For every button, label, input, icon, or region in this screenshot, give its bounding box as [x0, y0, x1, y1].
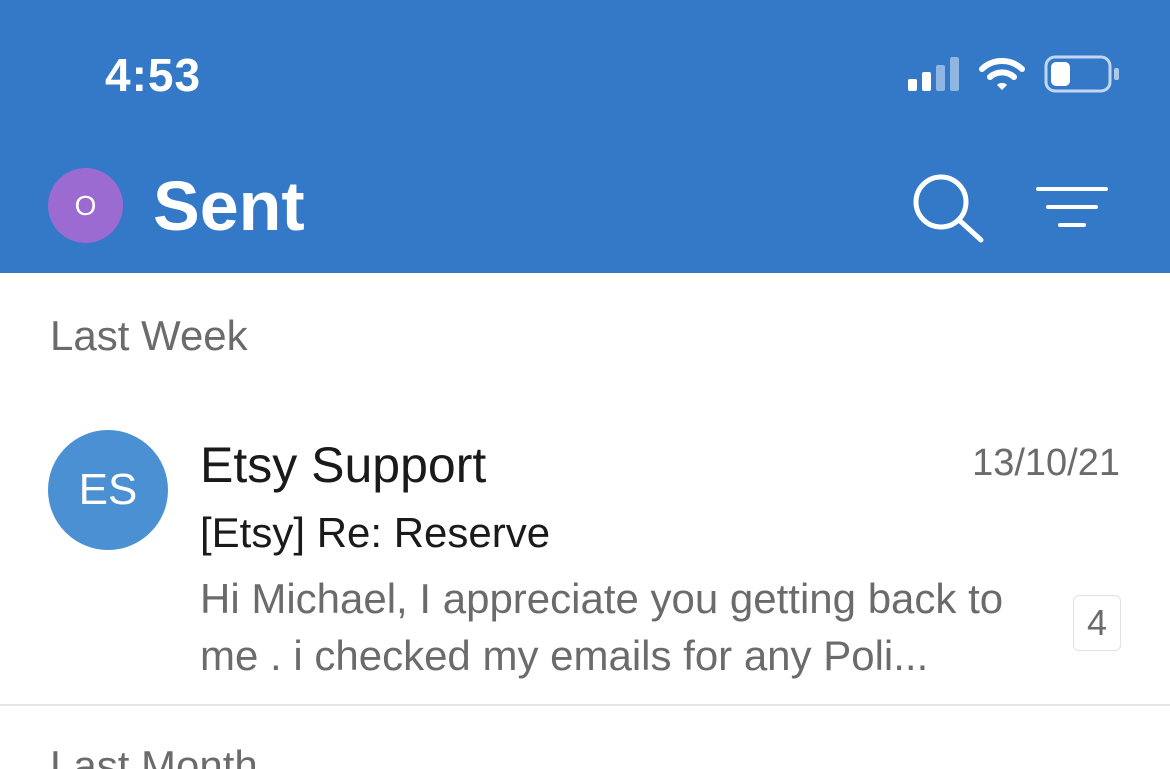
section-header-last-week: Last Week: [50, 312, 248, 359]
filter-button[interactable]: [1030, 176, 1114, 236]
search-button[interactable]: [905, 170, 989, 244]
battery-icon: [1044, 55, 1119, 93]
search-icon: [913, 174, 984, 243]
account-avatar-initial: O: [74, 189, 97, 221]
page-title: Sent: [153, 167, 305, 245]
thread-count-badge: 4: [1073, 595, 1121, 651]
cellular-signal-icon: [908, 57, 959, 91]
message-sender: Etsy Support: [200, 437, 487, 493]
sender-avatar: ES: [48, 430, 168, 550]
sender-avatar-initials: ES: [78, 465, 138, 514]
list-divider: [0, 704, 1170, 706]
account-avatar[interactable]: O: [48, 168, 123, 243]
filter-icon: [1036, 187, 1108, 227]
section-header-last-month: Last Month: [50, 742, 258, 769]
status-time: 4:53: [105, 49, 202, 101]
status-icons: [908, 52, 1120, 96]
message-date: 13/10/21: [972, 442, 1120, 484]
app-header: 4:53 O Sent: [0, 0, 1170, 273]
mail-app-screen: 4:53 O Sent Last Week ES Etsy Support 13…: [0, 0, 1170, 769]
message-subject: [Etsy] Re: Reserve: [200, 509, 551, 556]
message-list-item[interactable]: ES Etsy Support 13/10/21 [Etsy] Re: Rese…: [0, 405, 1170, 705]
message-preview: Hi Michael, I appreciate you getting bac…: [200, 575, 1004, 679]
wifi-icon: [979, 58, 1025, 90]
